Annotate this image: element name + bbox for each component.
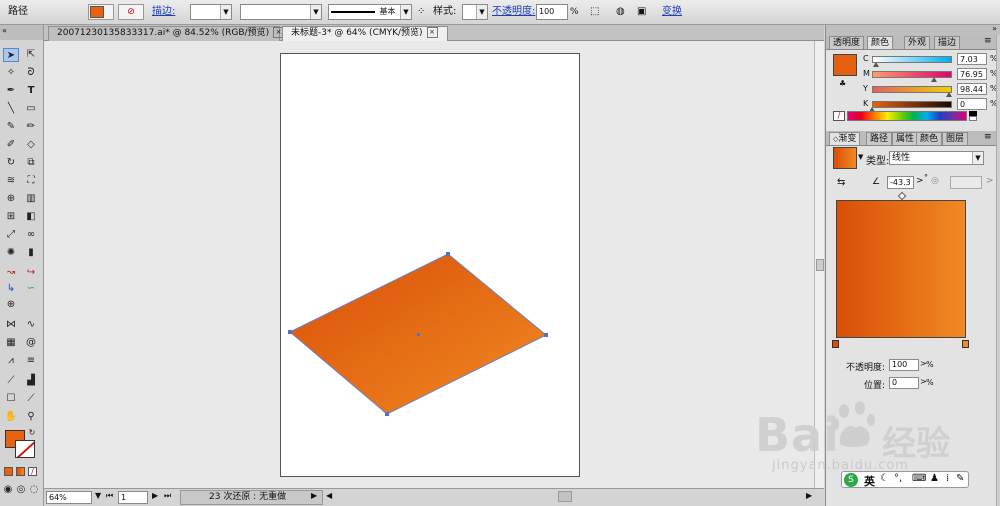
black-value[interactable]: 0: [957, 98, 987, 110]
none-swatch[interactable]: /: [833, 111, 845, 121]
stop-location-unit: %: [926, 378, 934, 387]
first-page-icon[interactable]: ⏮: [106, 491, 113, 501]
magenta-slider-handle[interactable]: [931, 77, 937, 82]
vertical-scrollbar[interactable]: [814, 41, 824, 488]
yellow-slider-handle[interactable]: [946, 92, 952, 97]
gradient-preview-swatch[interactable]: [833, 147, 857, 169]
tab-path[interactable]: 路径: [866, 132, 893, 145]
gradient-type-value: 线性: [892, 153, 911, 163]
chevron-down-icon[interactable]: ▼: [95, 491, 101, 500]
gradient-ramp[interactable]: [836, 200, 966, 338]
ime-menu-icon[interactable]: ⁞: [946, 473, 949, 484]
color-swatch[interactable]: [833, 54, 857, 76]
tab-gradient[interactable]: ◇渐变: [829, 132, 861, 145]
tab-layers[interactable]: 图层: [942, 132, 969, 145]
tab-transparency[interactable]: 透明度: [829, 36, 865, 49]
gradient-midpoint[interactable]: [897, 191, 907, 201]
right-panels: » 透明度 颜色 外观 描边 ≡ ♣ C 7.03 % M 76.95 % Y …: [825, 24, 1000, 506]
gradient-type-label: 类型:: [866, 156, 890, 167]
center-point: [417, 333, 420, 336]
status-bar: 64% ▼ ⏮ 1 ▶ ⏭ 23 次还原 : 无重做 ▶ ◀ ▶: [44, 488, 824, 506]
color-panel-tabs: 透明度 颜色 外观 描边 ≡: [826, 35, 996, 50]
anchor-point[interactable]: [544, 333, 548, 337]
panel-scrollbar[interactable]: [996, 35, 1000, 506]
tab-gradient-label: 渐变: [838, 134, 857, 144]
page-field[interactable]: 1: [118, 491, 148, 504]
chevron-down-icon[interactable]: ▼: [858, 153, 863, 161]
channel-k-label: K: [863, 99, 869, 108]
panel-dock-header[interactable]: »: [826, 24, 1000, 35]
panel-menu-icon[interactable]: ≡: [984, 132, 992, 142]
stop-location-label: 位置:: [864, 381, 886, 391]
tab-appearance[interactable]: 外观: [904, 36, 931, 49]
undo-status[interactable]: 23 次还原 : 无重做: [180, 490, 323, 505]
chevron-right-icon[interactable]: >: [916, 176, 924, 186]
tab-color-label: 颜色: [871, 38, 890, 48]
channel-m-label: M: [863, 69, 870, 78]
chevron-down-icon[interactable]: ▼: [972, 152, 983, 164]
scroll-right-icon[interactable]: ▶: [806, 491, 812, 500]
yellow-slider[interactable]: [872, 86, 952, 93]
next-page-icon[interactable]: ▶: [152, 491, 158, 500]
gradient-type-select[interactable]: 线性 ▼: [889, 151, 984, 165]
tab-color-2[interactable]: 颜色: [916, 132, 943, 145]
ime-toolbar: S 英 ☾ °, ⌨ ♟ ⁞ ✎: [841, 471, 969, 488]
degree-symbol: °: [924, 173, 928, 182]
anchor-point[interactable]: [288, 330, 292, 334]
tab-stroke[interactable]: 描边: [934, 36, 961, 49]
anchor-point[interactable]: [446, 252, 450, 256]
aspect-ratio-icon: ◎: [931, 176, 939, 186]
scroll-thumb[interactable]: [816, 259, 824, 271]
expand-icon[interactable]: »: [992, 24, 997, 33]
out-of-gamut-icon[interactable]: ♣: [839, 79, 846, 88]
angle-icon: ∠: [872, 177, 881, 187]
aspect-ratio-field: [950, 176, 982, 189]
gradient-stop-end[interactable]: [962, 340, 969, 348]
channel-c-label: C: [863, 54, 869, 63]
magenta-slider[interactable]: [872, 71, 952, 78]
stop-opacity-unit: %: [926, 360, 934, 369]
horizontal-scroll-thumb[interactable]: [558, 491, 572, 502]
ime-keyboard-icon[interactable]: ⌨: [912, 473, 926, 484]
ime-skin-icon[interactable]: ♟: [930, 473, 939, 484]
scroll-left-icon[interactable]: ◀: [326, 491, 332, 500]
cyan-slider-handle[interactable]: [873, 62, 879, 67]
stop-opacity-field[interactable]: 100: [889, 359, 919, 371]
black-slider[interactable]: [872, 101, 952, 108]
stop-opacity-label: 不透明度:: [846, 363, 886, 373]
ime-moon-icon[interactable]: ☾: [880, 473, 889, 484]
reverse-gradient-icon[interactable]: ⇆: [837, 177, 845, 188]
chevron-right-icon: >: [986, 176, 994, 186]
play-icon[interactable]: ▶: [311, 491, 317, 500]
ime-language[interactable]: 英: [864, 473, 875, 489]
channel-y-label: Y: [863, 84, 868, 93]
yellow-value[interactable]: 98.44: [957, 83, 987, 95]
stop-location-field[interactable]: 0: [889, 377, 919, 389]
color-swatch-fill: [834, 55, 856, 75]
gradient-panel-tabs: ◇渐变 路径 属性 颜色 图层 ≡: [826, 131, 996, 146]
white-swatch[interactable]: [969, 116, 977, 121]
gradient-stop-start[interactable]: [832, 340, 839, 348]
gradient-ramp-fill: [837, 201, 965, 337]
panel-menu-icon[interactable]: ≡: [984, 36, 992, 46]
ime-settings-icon[interactable]: ✎: [956, 473, 964, 484]
anchor-point[interactable]: [385, 412, 389, 416]
ime-logo-icon[interactable]: S: [844, 473, 858, 487]
angle-field[interactable]: -43.3: [887, 176, 914, 189]
ime-punctuation-icon[interactable]: °,: [894, 473, 902, 484]
color-spectrum[interactable]: [847, 111, 967, 121]
cyan-slider[interactable]: [872, 56, 952, 63]
cyan-value[interactable]: 7.03: [957, 53, 987, 65]
tab-color[interactable]: 颜色: [867, 36, 894, 49]
gradient-preview-fill: [834, 148, 856, 168]
magenta-value[interactable]: 76.95: [957, 68, 987, 80]
zoom-field[interactable]: 64%: [46, 491, 92, 504]
last-page-icon[interactable]: ⏭: [164, 491, 171, 501]
tab-attributes[interactable]: 属性: [892, 132, 919, 145]
